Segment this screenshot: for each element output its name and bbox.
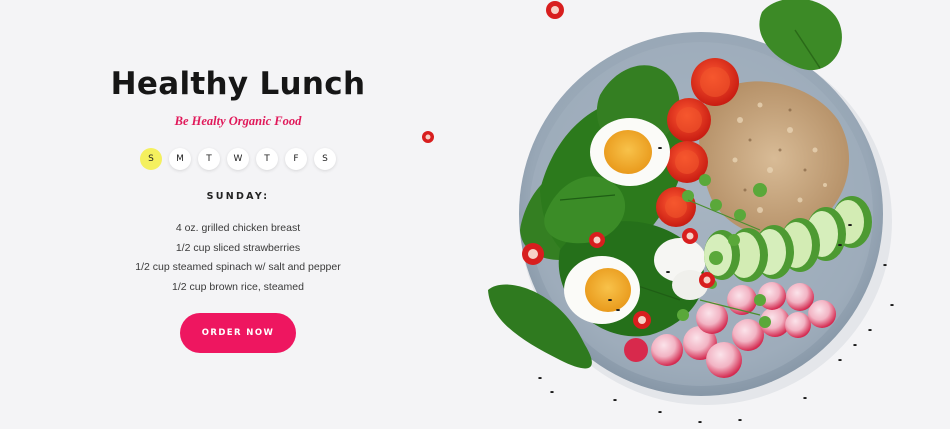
day-button-monday[interactable]: M <box>169 148 191 170</box>
menu-item: 1/2 cup sliced strawberries <box>175 241 301 254</box>
page-title: Healthy Lunch <box>110 66 366 102</box>
menu-item: 1/2 cup brown rice, steamed <box>172 280 304 293</box>
menu-item: 4 oz. grilled chicken breast <box>175 222 301 234</box>
day-button-thursday[interactable]: T <box>256 148 278 170</box>
day-button-wednesday[interactable]: W <box>227 148 249 170</box>
order-now-button[interactable]: ORDER NOW <box>180 313 296 353</box>
day-button-tuesday[interactable]: T <box>198 148 220 170</box>
day-button-saturday[interactable]: S <box>314 148 336 170</box>
day-button-sunday[interactable]: S <box>140 148 162 170</box>
day-selector: S M T W T F S <box>78 148 398 170</box>
hero-content: Healthy Lunch Be Healty Organic Food S M… <box>78 0 398 429</box>
menu-item: 1/2 cup steamed spinach w/ salt and pepp… <box>135 261 341 273</box>
page-subtitle: Be Healty Organic Food <box>174 114 302 128</box>
menu-list: 4 oz. grilled chicken breast 1/2 cup sli… <box>78 219 398 297</box>
selected-day-heading: SUNDAY: <box>206 191 270 202</box>
day-button-friday[interactable]: F <box>285 148 307 170</box>
